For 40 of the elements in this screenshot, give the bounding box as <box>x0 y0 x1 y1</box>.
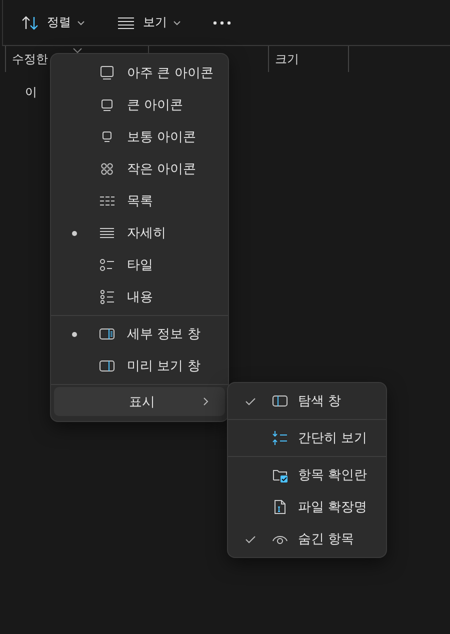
chevron-down-icon <box>77 20 85 26</box>
pane-icon <box>272 393 288 409</box>
file-icon <box>272 499 288 515</box>
menu-item[interactable]: 타일 <box>54 249 225 281</box>
menu-item[interactable]: 목록 <box>54 185 225 217</box>
menu-item[interactable]: 보통 아이콘 <box>54 121 225 153</box>
content-icon <box>99 289 115 305</box>
pane-icon <box>99 326 115 342</box>
menu-item[interactable]: 항목 확인란 <box>231 459 383 491</box>
pane-icon <box>99 358 115 374</box>
submenu-item[interactable]: 표시 <box>54 387 225 416</box>
menu-item[interactable]: 숨긴 항목 <box>231 523 383 555</box>
grid-icon <box>99 161 115 177</box>
sort-button[interactable]: 정렬 <box>13 8 93 37</box>
menu-item[interactable]: 미리 보기 창 <box>54 350 225 382</box>
more-icon <box>213 20 231 24</box>
lines-icon <box>99 225 115 241</box>
monitor-icon <box>99 65 115 81</box>
menu-item[interactable]: 세부 정보 창 <box>54 318 225 350</box>
menu-item[interactable]: 탐색 창 <box>231 385 383 417</box>
menu-item[interactable]: 자세히 <box>54 217 225 249</box>
menu-item[interactable]: 간단히 보기 <box>231 422 383 454</box>
sort-indicator-icon <box>73 48 82 53</box>
menu-item[interactable]: 작은 아이콘 <box>54 153 225 185</box>
chevron-right-icon <box>203 397 209 406</box>
lines-icon <box>117 16 135 30</box>
sort-arrows-icon <box>21 14 39 30</box>
chevron-down-icon <box>173 20 181 26</box>
menu-item[interactable]: 내용 <box>54 281 225 313</box>
column-header[interactable]: 수정한 <box>12 50 48 68</box>
tiles-icon <box>99 257 115 273</box>
monitor-icon <box>99 97 115 113</box>
compact-icon <box>272 430 288 446</box>
empty-folder-message: 이 <box>25 85 37 99</box>
menu-item[interactable]: 파일 확장명 <box>231 491 383 523</box>
view-button[interactable]: 보기 <box>109 8 189 37</box>
menu-item[interactable]: 큰 아이콘 <box>54 89 225 121</box>
folder-check-icon <box>272 467 288 483</box>
menu-item[interactable]: 아주 큰 아이콘 <box>54 57 225 89</box>
column-header[interactable]: 크기 <box>275 50 299 68</box>
